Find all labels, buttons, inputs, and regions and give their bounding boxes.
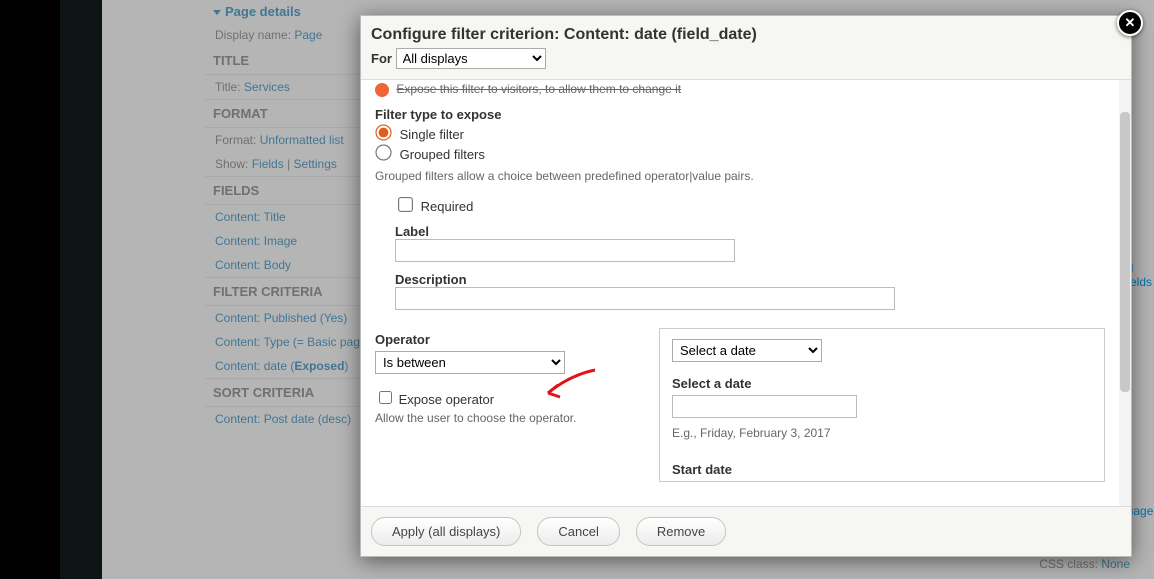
- select-date-type[interactable]: Select a date: [672, 339, 822, 362]
- modal-title: Configure filter criterion: Content: dat…: [361, 16, 1131, 48]
- filter-type-header: Filter type to expose: [375, 107, 1105, 122]
- start-date-label: Start date: [672, 462, 1092, 477]
- description-field-label: Description: [395, 272, 1105, 287]
- expose-filter-text: Expose this filter to visitors, to allow…: [396, 82, 681, 96]
- description-input[interactable]: [395, 287, 895, 310]
- required-label: Required: [421, 199, 474, 214]
- grouped-desc: Grouped filters allow a choice between p…: [375, 168, 1105, 185]
- modal-body: Expose this filter to visitors, to allow…: [361, 79, 1131, 507]
- scrollbar-thumb[interactable]: [1120, 112, 1130, 392]
- for-select[interactable]: All displays: [396, 48, 546, 69]
- modal-body-inner: Expose this filter to visitors, to allow…: [361, 80, 1119, 506]
- operator-select[interactable]: Is between: [375, 351, 565, 374]
- expose-filter-row: Expose this filter to visitors, to allow…: [397, 80, 1105, 97]
- apply-button[interactable]: Apply (all displays): [371, 517, 521, 546]
- operator-label: Operator: [375, 332, 629, 347]
- filter-config-modal: ✕ Configure filter criterion: Content: d…: [360, 15, 1132, 557]
- for-row: For All displays: [361, 48, 1131, 79]
- expose-operator-row: Expose operator: [375, 388, 629, 407]
- required-checkbox[interactable]: [398, 197, 413, 212]
- label-field-label: Label: [395, 224, 1105, 239]
- radio-grouped-row: Grouped filters: [375, 146, 1105, 162]
- for-label: For: [371, 51, 392, 66]
- select-date-label: Select a date: [672, 376, 1092, 391]
- exposed-settings: Required Label Description: [395, 195, 1105, 310]
- scrollbar[interactable]: [1119, 80, 1131, 506]
- operator-value-row: Operator Is between Expose operator Allo…: [375, 328, 1105, 482]
- modal-footer: Apply (all displays) Cancel Remove: [361, 507, 1131, 556]
- expose-operator-desc: Allow the user to choose the operator.: [375, 411, 629, 425]
- radio-single-row: Single filter: [375, 126, 1105, 142]
- radio-single[interactable]: [375, 124, 391, 140]
- operator-col: Operator Is between Expose operator Allo…: [375, 328, 629, 482]
- label-input[interactable]: [395, 239, 735, 262]
- radio-grouped[interactable]: [375, 144, 391, 160]
- close-icon[interactable]: ✕: [1117, 10, 1143, 36]
- expose-operator-checkbox[interactable]: [379, 391, 392, 404]
- radio-single-label: Single filter: [400, 127, 464, 142]
- value-col: Select a date Select a date E.g., Friday…: [659, 328, 1105, 482]
- cancel-button[interactable]: Cancel: [537, 517, 619, 546]
- radio-grouped-label: Grouped filters: [400, 147, 485, 162]
- date-example: E.g., Friday, February 3, 2017: [672, 426, 1092, 440]
- required-row: Required: [395, 195, 1105, 214]
- toolbar-dark: [60, 0, 102, 579]
- select-date-input[interactable]: [672, 395, 857, 418]
- toggle-icon[interactable]: [375, 83, 389, 97]
- remove-button[interactable]: Remove: [636, 517, 726, 546]
- expose-operator-label: Expose operator: [399, 392, 494, 407]
